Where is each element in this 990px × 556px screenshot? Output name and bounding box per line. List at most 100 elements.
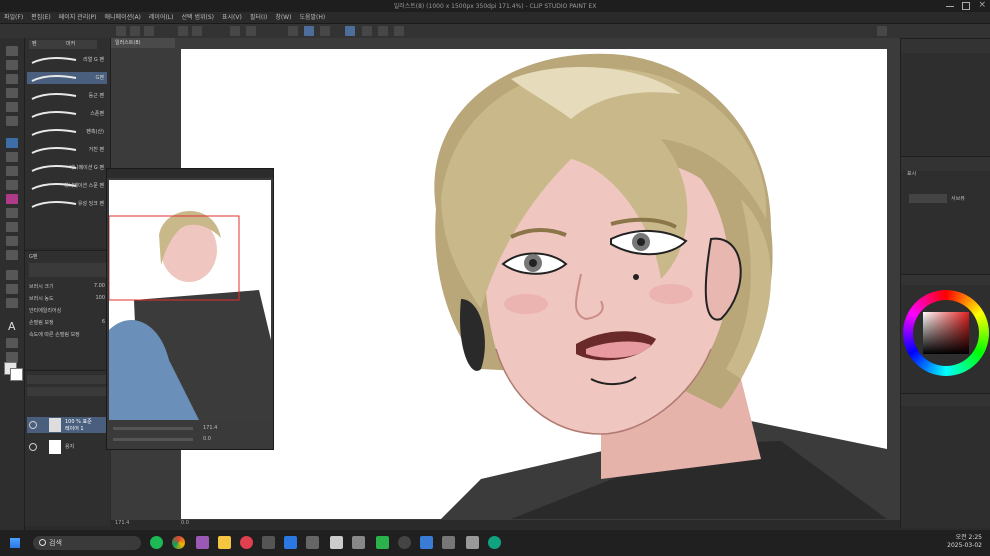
subview-thumb[interactable] (909, 194, 947, 203)
property-row[interactable]: 브러시 농도 100 (29, 295, 107, 303)
maximize-icon[interactable] (962, 2, 970, 10)
brush-item[interactable]: 거친 펜 (27, 144, 107, 156)
app-icon[interactable] (240, 536, 253, 549)
ruler-icon[interactable] (320, 26, 330, 36)
transform-icon[interactable] (246, 26, 256, 36)
menu-help[interactable]: 도움말(H) (295, 12, 329, 23)
gradient-tool-icon[interactable] (6, 250, 18, 260)
menu-layer[interactable]: 레이어(L) (145, 12, 178, 23)
property-row[interactable]: 안티에일리어싱 (29, 307, 107, 315)
app-icon[interactable] (330, 536, 343, 549)
text-tool-icon[interactable]: A (8, 320, 16, 333)
eyedropper-icon[interactable] (6, 116, 18, 126)
search-box[interactable]: 검색 (33, 536, 141, 550)
app-icon[interactable] (306, 536, 319, 549)
layer-icon[interactable] (394, 26, 404, 36)
zoom-tool-icon[interactable] (6, 46, 18, 56)
pen-mode-icon[interactable] (304, 26, 314, 36)
brush-item[interactable]: 애니메이션 스푼 펜 (27, 180, 107, 192)
new-file-icon[interactable] (116, 26, 126, 36)
menu-filter[interactable]: 필터(I) (246, 12, 272, 23)
blend-tool-icon[interactable] (6, 222, 18, 232)
ruler-tool-icon[interactable] (6, 298, 18, 308)
snap-icon[interactable] (288, 26, 298, 36)
feedly-icon[interactable] (376, 536, 389, 549)
brush-item[interactable]: 펜촉(산) (27, 126, 107, 138)
save-icon[interactable] (144, 26, 154, 36)
open-file-icon[interactable] (130, 26, 140, 36)
undo-icon[interactable] (178, 26, 188, 36)
app-icon[interactable] (420, 536, 433, 549)
frame-tool-icon[interactable] (6, 284, 18, 294)
pencil-tool-icon[interactable] (6, 152, 18, 162)
airbrush-tool-icon[interactable] (6, 180, 18, 190)
layer-row[interactable]: 용지 (27, 439, 107, 455)
lasso-tool-icon[interactable] (6, 88, 18, 98)
selection-tool-icon[interactable] (6, 74, 18, 84)
pen-tool-icon[interactable] (6, 138, 18, 148)
layer-row[interactable]: 100 % 표준 레이어 1 (27, 417, 107, 433)
decoration-tool-icon[interactable] (6, 194, 18, 204)
rotate-slider[interactable] (113, 438, 193, 441)
document-tab[interactable]: 일러스트(8) (111, 38, 175, 48)
system-clock[interactable]: 오전 2:25 2025-03-02 (947, 534, 982, 550)
status-angle[interactable]: 0.0 (181, 520, 189, 526)
zoom-slider[interactable] (113, 427, 193, 430)
saturation-square[interactable] (923, 312, 969, 354)
menu-animation[interactable]: 애니메이션(A) (101, 12, 145, 23)
property-row[interactable]: 손떨림 보정 6 (29, 319, 107, 327)
eye-icon[interactable] (29, 443, 37, 451)
app-icon[interactable] (284, 536, 297, 549)
property-row[interactable]: 속도에 따른 손떨림 보정 (29, 331, 107, 339)
tab-marker[interactable]: 마커 (63, 40, 97, 49)
spotify-icon[interactable] (150, 536, 163, 549)
menu-edit[interactable]: 편집(E) (27, 12, 55, 23)
brush-item[interactable]: 스푼펜 (27, 108, 107, 120)
panel-menu-icon[interactable] (877, 26, 887, 36)
navigator-panel[interactable]: 171.4 0.0 (106, 168, 274, 450)
start-icon[interactable] (10, 538, 20, 548)
close-icon[interactable]: × (978, 0, 986, 10)
figure-tool-icon[interactable] (6, 270, 18, 280)
app-icon[interactable] (262, 536, 275, 549)
color-picker-icon[interactable] (362, 26, 372, 36)
menu-view[interactable]: 표시(V) (218, 12, 246, 23)
brush-item[interactable]: G펜 (27, 72, 107, 84)
select-icon[interactable] (378, 26, 388, 36)
brush-item[interactable]: 유성 잉크 펜 (27, 198, 107, 210)
app-icon[interactable] (442, 536, 455, 549)
eye-icon[interactable] (29, 421, 37, 429)
fill-tool-icon[interactable] (6, 236, 18, 246)
auto-select-icon[interactable] (6, 102, 18, 112)
brush-item[interactable]: 둥근 펜 (27, 90, 107, 102)
status-zoom[interactable]: 171.4 (115, 520, 129, 526)
sub-color-swatch[interactable] (10, 368, 23, 381)
menu-selection[interactable]: 선택 범위(S) (178, 12, 218, 23)
app-icon[interactable] (196, 536, 209, 549)
app-icon[interactable] (398, 536, 411, 549)
move-tool-icon[interactable] (6, 60, 18, 70)
drawing-canvas[interactable] (181, 49, 887, 519)
eraser-tool-icon[interactable] (6, 208, 18, 218)
navigator-thumbnail[interactable] (109, 180, 271, 420)
correct-line-icon[interactable] (6, 352, 18, 362)
grid-icon[interactable] (345, 26, 355, 36)
navigator-zoom[interactable]: 171.4 (203, 425, 217, 431)
minimize-icon[interactable] (946, 6, 954, 7)
menu-window[interactable]: 창(W) (271, 12, 295, 23)
clear-icon[interactable] (230, 26, 240, 36)
property-row[interactable]: 브러시 크기 7.00 (29, 283, 107, 291)
chatgpt-icon[interactable] (488, 536, 501, 549)
menu-file[interactable]: 파일(F) (0, 12, 27, 23)
brush-item[interactable]: 애니메이션 G 펜 (27, 162, 107, 174)
brush-tool-icon[interactable] (6, 166, 18, 176)
redo-icon[interactable] (192, 26, 202, 36)
navigator-angle[interactable]: 0.0 (203, 436, 211, 442)
folder-icon[interactable] (218, 536, 231, 549)
app-icon[interactable] (352, 536, 365, 549)
app-icon[interactable] (466, 536, 479, 549)
menu-page[interactable]: 페이지 관리(P) (55, 12, 101, 23)
balloon-tool-icon[interactable] (6, 338, 18, 348)
tab-pen[interactable]: 펜 (29, 40, 63, 49)
chrome-icon[interactable] (172, 536, 185, 549)
